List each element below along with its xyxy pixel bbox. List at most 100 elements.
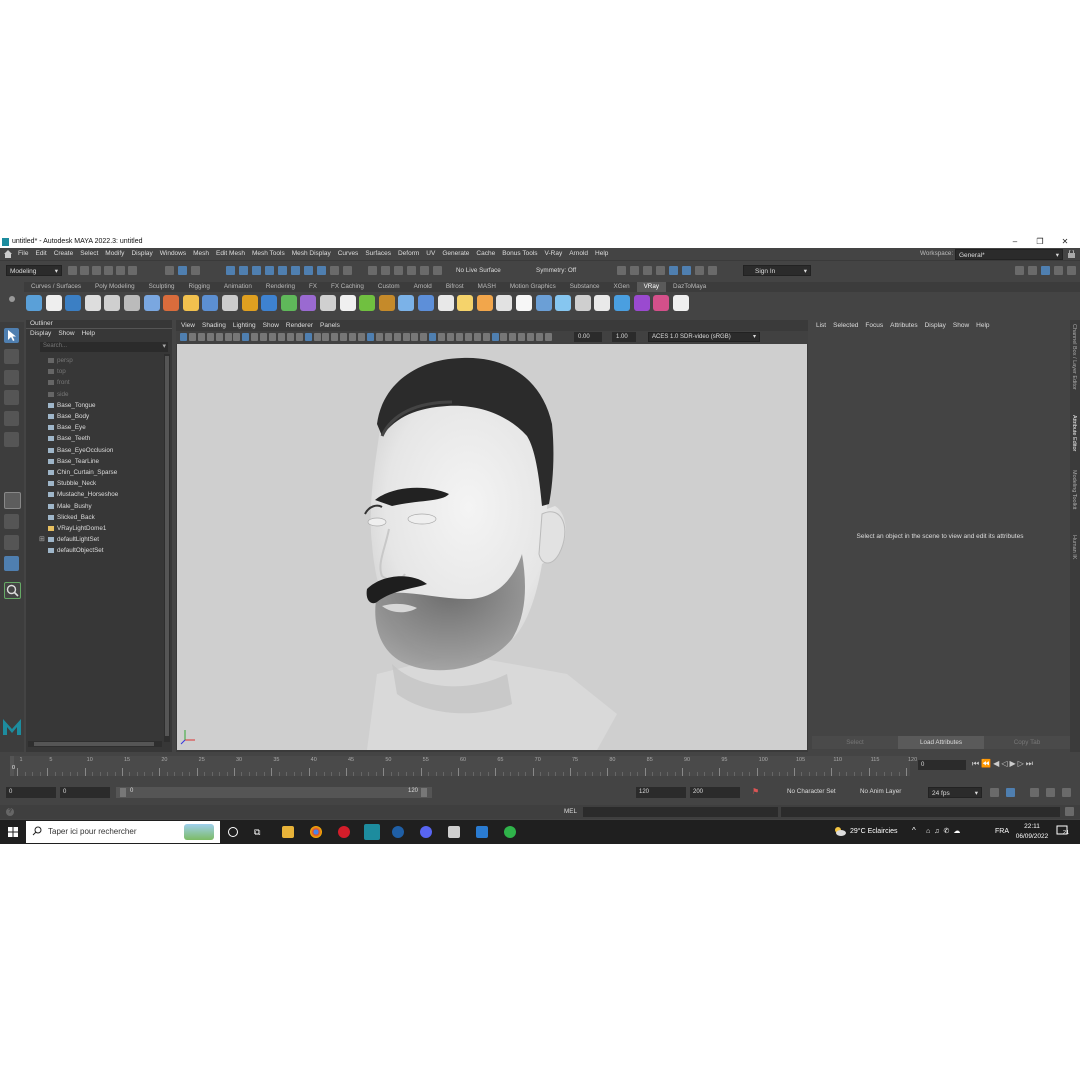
shelf-tab-xgen[interactable]: XGen bbox=[607, 282, 637, 292]
magnet-icon[interactable] bbox=[394, 266, 403, 275]
viewport-tool-icon[interactable] bbox=[455, 333, 463, 341]
outliner-item[interactable]: Base_Teeth bbox=[26, 433, 166, 444]
viewport-tool-icon[interactable] bbox=[482, 333, 490, 341]
viewport-menu-shading[interactable]: Shading bbox=[202, 320, 226, 331]
scrollbar-thumb[interactable] bbox=[165, 356, 169, 736]
shelf-tool-icon[interactable] bbox=[672, 295, 689, 311]
shelf-tab-curves-surfaces[interactable]: Curves / Surfaces bbox=[24, 282, 88, 292]
tab-modeling-toolkit[interactable]: Modeling Toolkit bbox=[1071, 470, 1077, 509]
shelf-tool-icon[interactable] bbox=[574, 295, 591, 311]
menu-cache[interactable]: Cache bbox=[476, 248, 495, 260]
clock-time[interactable]: 22:11 bbox=[1014, 823, 1050, 830]
open-scene-icon[interactable] bbox=[80, 266, 89, 275]
shelf-tool-icon[interactable] bbox=[104, 295, 121, 311]
menu-file[interactable]: File bbox=[18, 248, 28, 260]
outliner-layout-icon[interactable] bbox=[4, 556, 19, 571]
viewport-tool-icon[interactable] bbox=[438, 333, 446, 341]
go-to-end-icon[interactable]: ⏭ bbox=[1026, 759, 1035, 768]
file-explorer-icon[interactable] bbox=[282, 826, 294, 838]
render-sequence-icon[interactable] bbox=[630, 266, 639, 275]
shelf-tool-icon[interactable] bbox=[241, 295, 258, 311]
viewport-tool-icon[interactable] bbox=[500, 333, 508, 341]
viewport-tool-icon[interactable] bbox=[260, 333, 268, 341]
shelf-tab-fx-caching[interactable]: FX Caching bbox=[324, 282, 371, 292]
shelf-tool-icon[interactable] bbox=[124, 295, 140, 311]
persp-outliner-icon[interactable] bbox=[4, 535, 19, 550]
paint-select-tool-icon[interactable] bbox=[4, 370, 19, 385]
character-set-label[interactable]: No Character Set bbox=[787, 788, 836, 795]
modeling-toolkit-toggle-icon[interactable] bbox=[1067, 266, 1076, 275]
shelf-tool-icon[interactable] bbox=[378, 295, 395, 311]
shelf-tool-icon[interactable] bbox=[398, 295, 415, 311]
menu-windows[interactable]: Windows bbox=[160, 248, 186, 260]
viewport-tool-icon[interactable] bbox=[313, 333, 321, 341]
shelf-tool-icon[interactable] bbox=[182, 295, 199, 311]
viewport-tool-icon[interactable] bbox=[206, 333, 214, 341]
render-view-icon[interactable] bbox=[643, 266, 652, 275]
expand-icon[interactable]: ⊞ bbox=[39, 534, 45, 545]
viewport-tool-icon[interactable] bbox=[429, 333, 437, 341]
cortana-icon[interactable] bbox=[228, 827, 238, 837]
outliner-item[interactable]: ⊞ defaultLightSet bbox=[26, 534, 166, 545]
viewport-tool-icon[interactable] bbox=[447, 333, 454, 341]
snap-surface-icon[interactable] bbox=[278, 266, 287, 275]
shelf-tab-fx[interactable]: FX bbox=[302, 282, 324, 292]
maya-taskbar-icon[interactable] bbox=[364, 824, 380, 840]
outliner-item[interactable]: Mustache_Horseshoe bbox=[26, 489, 166, 500]
shelf-tool-icon[interactable] bbox=[202, 295, 219, 311]
outliner-item[interactable]: persp bbox=[26, 355, 166, 366]
shelf-tool-icon[interactable] bbox=[300, 295, 317, 311]
chevron-up-icon[interactable]: ^ bbox=[912, 826, 916, 835]
hscrollbar-thumb[interactable] bbox=[34, 742, 154, 746]
viewport-tool-icon[interactable] bbox=[224, 333, 232, 341]
outliner-item[interactable]: Slicked_Back bbox=[26, 512, 166, 523]
outliner-item[interactable]: top bbox=[26, 366, 166, 377]
viewport-menu-show[interactable]: Show bbox=[263, 320, 279, 331]
menu-mesh-tools[interactable]: Mesh Tools bbox=[252, 248, 285, 260]
four-view-icon[interactable] bbox=[4, 514, 19, 529]
viewport-tool-icon[interactable] bbox=[233, 333, 241, 341]
viewport-tool-icon[interactable] bbox=[322, 333, 330, 341]
viewport-canvas[interactable] bbox=[177, 344, 807, 750]
viewport-menu-renderer[interactable]: Renderer bbox=[286, 320, 313, 331]
end-frame-field[interactable]: 200 bbox=[690, 787, 740, 798]
magnet-icon[interactable] bbox=[368, 266, 377, 275]
viewport-tool-icon[interactable] bbox=[393, 333, 401, 341]
shelf-tool-icon[interactable] bbox=[65, 295, 82, 311]
render-settings-icon[interactable] bbox=[656, 266, 665, 275]
clock-date[interactable]: 06/09/2022 bbox=[1012, 833, 1052, 840]
windows-start-icon[interactable] bbox=[8, 827, 18, 837]
snap-together-icon[interactable] bbox=[304, 266, 313, 275]
viewport-tool-icon[interactable] bbox=[277, 333, 285, 341]
image-app-icon[interactable] bbox=[476, 826, 488, 838]
opera-icon[interactable] bbox=[338, 826, 350, 838]
load-attributes-button[interactable]: Load Attributes bbox=[898, 736, 984, 749]
shelf-tool-icon[interactable] bbox=[320, 295, 336, 311]
attribute-menu-attributes[interactable]: Attributes bbox=[890, 322, 917, 329]
shelf-tab-vray[interactable]: VRay bbox=[636, 282, 667, 292]
animation-preferences-icon[interactable] bbox=[1046, 788, 1055, 797]
audio-icon[interactable] bbox=[1030, 788, 1039, 797]
menu-display[interactable]: Display bbox=[131, 248, 152, 260]
step-back-key-icon[interactable]: ⏪ bbox=[981, 759, 993, 768]
layout-icon[interactable] bbox=[1015, 266, 1024, 275]
magnet-icon[interactable] bbox=[407, 266, 416, 275]
magnet-icon[interactable] bbox=[381, 266, 390, 275]
shelf-settings-icon[interactable] bbox=[8, 285, 16, 313]
menu-deform[interactable]: Deform bbox=[398, 248, 419, 260]
play-forward-icon[interactable]: ▶ bbox=[1009, 759, 1017, 768]
shelf-tool-icon[interactable] bbox=[143, 295, 160, 311]
mel-label[interactable]: MEL bbox=[564, 808, 577, 815]
auto-key-icon[interactable]: ⚑ bbox=[752, 787, 760, 797]
shelf-tool-icon[interactable] bbox=[359, 295, 376, 311]
shelf-tool-icon[interactable] bbox=[437, 295, 454, 311]
attribute-menu-selected[interactable]: Selected bbox=[833, 322, 858, 329]
fps-dropdown[interactable]: 24 fps ▾ bbox=[928, 787, 982, 798]
viewport-tool-icon[interactable] bbox=[286, 333, 294, 341]
viewport-tool-icon[interactable] bbox=[188, 333, 196, 341]
shelf-tab-bifrost[interactable]: Bifrost bbox=[439, 282, 471, 292]
select-tool-icon[interactable] bbox=[4, 328, 19, 343]
attribute-menu-focus[interactable]: Focus bbox=[865, 322, 883, 329]
start-frame-field[interactable]: 0 bbox=[6, 787, 56, 798]
command-input[interactable] bbox=[583, 807, 778, 817]
